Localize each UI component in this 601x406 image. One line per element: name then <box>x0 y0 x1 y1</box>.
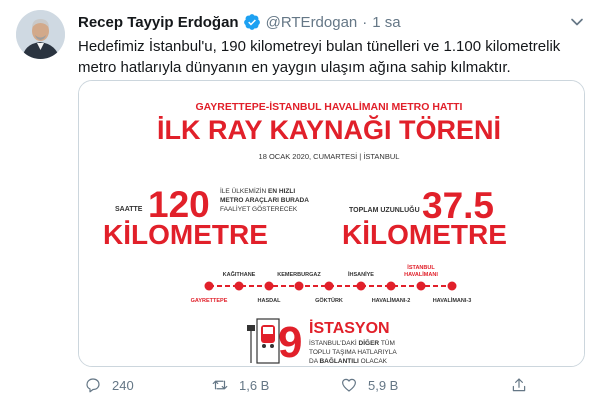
infographic-date: 18 OCAK 2020, CUMARTESİ | İSTANBUL <box>259 152 400 161</box>
like-icon <box>342 378 356 392</box>
infographic-subtitle: GAYRETTEPE-İSTANBUL HAVALİMANI METRO HAT… <box>196 100 463 113</box>
retweet-icon <box>212 380 228 390</box>
left-stat-unit: KİLOMETRE <box>103 219 268 250</box>
station-note-1: İSTANBUL'DAKİ DİĞER TÜM <box>309 338 395 347</box>
left-stat-note-3: FAALİYET GÖSTERECEK <box>220 204 298 213</box>
station-label-bottom: GÖKTÜRK <box>315 297 343 304</box>
route-stop-dot <box>204 281 214 291</box>
route-stop-dot <box>416 281 426 291</box>
share-button[interactable] <box>510 372 528 398</box>
right-stat-prefix: TOPLAM UZUNLUĞU <box>349 205 420 214</box>
station-label-top: İSTANBUL <box>407 264 435 271</box>
tweet-text: Hedefimiz İstanbul'u, 190 kilometreyi bu… <box>78 38 561 76</box>
retweet-count: 1,6 B <box>239 377 270 393</box>
route-stop-dot <box>447 281 457 291</box>
route-stop-dot <box>324 281 334 291</box>
reply-count: 240 <box>112 377 134 393</box>
like-count: 5,9 B <box>368 377 399 393</box>
station-label-bottom: HAVALİMANI-3 <box>433 297 472 304</box>
retweet-button[interactable]: 1,6 B <box>211 372 269 398</box>
route-stop-dot <box>234 281 244 291</box>
reply-icon <box>86 378 100 393</box>
station-label-top: HAVALİMANI <box>404 271 438 278</box>
verified-badge-icon <box>243 14 260 30</box>
display-name[interactable]: Recep Tayyip Erdoğan <box>78 14 239 31</box>
route-stop-dot <box>356 281 366 291</box>
infographic-title: İLK RAY KAYNAĞI TÖRENİ <box>157 114 501 145</box>
separator-dot: · <box>362 13 368 31</box>
station-label-top: KEMERBURGAZ <box>277 272 321 278</box>
left-stat-prefix: SAATTE <box>115 206 143 213</box>
station-label-bottom: GAYRETTEPE <box>191 298 228 304</box>
station-label-top: İHSANİYE <box>348 271 374 278</box>
share-icon <box>512 378 526 392</box>
station-label-bottom: HASDAL <box>258 298 282 304</box>
station-count: 9 <box>278 318 302 367</box>
right-stat-unit: KİLOMETRE <box>342 219 507 250</box>
left-stat-note-2: METRO ARAÇLARI BURADA <box>220 197 309 204</box>
avatar-portrait <box>16 10 65 59</box>
tweet-header: Recep Tayyip Erdoğan @RTErdogan · 1 sa <box>78 12 401 32</box>
route-stop-dot <box>386 281 396 291</box>
station-word: İSTASYON <box>309 319 390 337</box>
reply-button[interactable]: 240 <box>84 372 134 398</box>
tweet-actions: 240 1,6 B 5,9 B <box>78 372 585 398</box>
tweet-time[interactable]: 1 sa <box>372 14 400 31</box>
station-note-2: TOPLU TAŞIMA HATLARIYLA <box>309 349 397 356</box>
route-stop-dot <box>294 281 304 291</box>
infographic: GAYRETTEPE-İSTANBUL HAVALİMANI METRO HAT… <box>79 81 584 367</box>
station-label-bottom: HAVALİMANI-2 <box>372 297 411 304</box>
route-stop-dot <box>264 281 274 291</box>
tweet[interactable]: Recep Tayyip Erdoğan @RTErdogan · 1 sa H… <box>0 0 601 406</box>
like-button[interactable]: 5,9 B <box>340 372 398 398</box>
station-label-top: KAĞITHANE <box>223 270 256 278</box>
tweet-image[interactable]: GAYRETTEPE-İSTANBUL HAVALİMANI METRO HAT… <box>78 80 585 367</box>
avatar[interactable] <box>16 10 65 59</box>
left-stat-note-1: İLE ÜLKEMİZİN EN HIZLI <box>220 186 295 195</box>
chevron-down-icon[interactable] <box>567 12 587 32</box>
station-note-3: DA BAĞLANTILI OLACAK <box>309 356 388 365</box>
user-handle[interactable]: @RTErdogan <box>266 14 358 31</box>
